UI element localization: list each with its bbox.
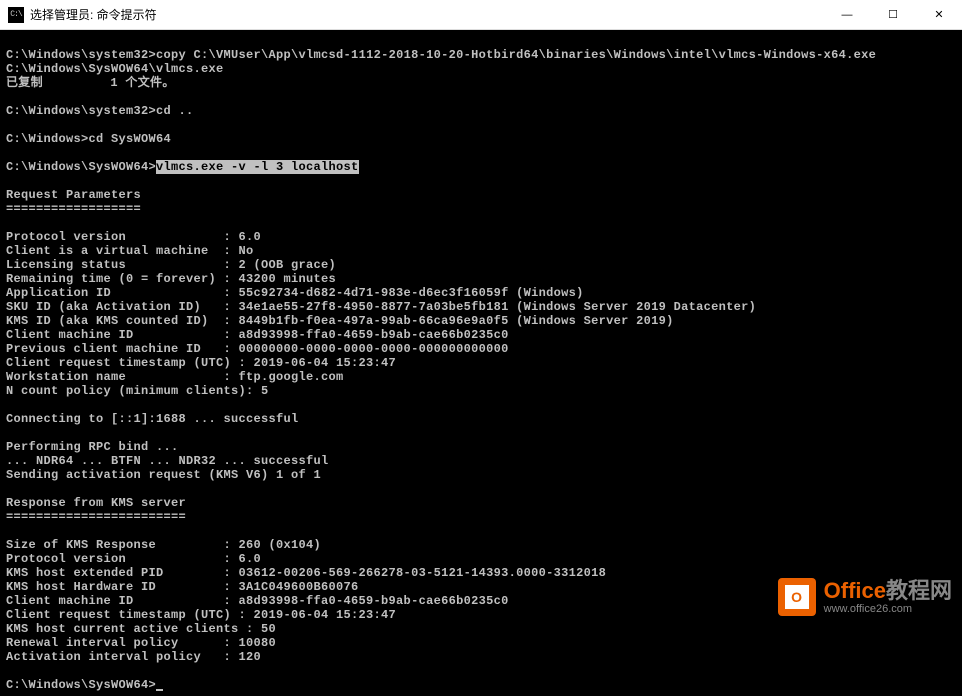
command-text: copy C:\VMUser\App\vlmcsd-1112-2018-10-2…: [156, 48, 876, 62]
output-line: Performing RPC bind ...: [6, 440, 179, 454]
watermark-title: Office教程网: [824, 579, 952, 603]
output-line: Workstation name : ftp.google.com: [6, 370, 344, 384]
output-line: 已复制 1 个文件。: [6, 76, 175, 90]
output-line: Application ID : 55c92734-d682-4d71-983e…: [6, 286, 584, 300]
close-button[interactable]: ✕: [916, 0, 962, 29]
command-text: cd ..: [156, 104, 194, 118]
prompt: C:\Windows\SysWOW64>: [6, 678, 156, 692]
minimize-button[interactable]: —: [824, 0, 870, 29]
divider: ==================: [6, 202, 141, 216]
output-line: Protocol version : 6.0: [6, 552, 261, 566]
section-header: Response from KMS server: [6, 496, 186, 510]
section-header: Request Parameters: [6, 188, 141, 202]
cursor: [156, 689, 163, 691]
output-line: Protocol version : 6.0: [6, 230, 261, 244]
command-text: cd SysWOW64: [89, 132, 172, 146]
maximize-button[interactable]: ☐: [870, 0, 916, 29]
output-line: C:\Windows\SysWOW64\vlmcs.exe: [6, 62, 224, 76]
output-line: Renewal interval policy : 10080: [6, 636, 276, 650]
output-line: Size of KMS Response : 260 (0x104): [6, 538, 321, 552]
output-line: KMS ID (aka KMS counted ID) : 8449b1fb-f…: [6, 314, 674, 328]
output-line: Previous client machine ID : 00000000-00…: [6, 342, 509, 356]
output-line: KMS host extended PID : 03612-00206-569-…: [6, 566, 606, 580]
output-line: Client machine ID : a8d93998-ffa0-4659-b…: [6, 594, 509, 608]
watermark-icon: O: [778, 578, 816, 616]
window-title: 选择管理员: 命令提示符: [30, 6, 824, 23]
divider: ========================: [6, 510, 186, 524]
watermark-url: www.office26.com: [824, 603, 952, 615]
output-line: KMS host current active clients : 50: [6, 622, 276, 636]
output-line: Client request timestamp (UTC) : 2019-06…: [6, 356, 396, 370]
watermark: O Office教程网 www.office26.com: [778, 578, 952, 616]
output-line: Connecting to [::1]:1688 ... successful: [6, 412, 299, 426]
output-line: ... NDR64 ... BTFN ... NDR32 ... success…: [6, 454, 329, 468]
title-bar: C:\ 选择管理员: 命令提示符 — ☐ ✕: [0, 0, 962, 30]
output-line: Activation interval policy : 120: [6, 650, 261, 664]
cmd-icon: C:\: [8, 7, 24, 23]
output-line: Licensing status : 2 (OOB grace): [6, 258, 336, 272]
watermark-text: Office教程网 www.office26.com: [824, 579, 952, 615]
prompt: C:\Windows>: [6, 132, 89, 146]
output-line: Client is a virtual machine : No: [6, 244, 254, 258]
window-controls: — ☐ ✕: [824, 0, 962, 29]
prompt: C:\Windows\system32>: [6, 48, 156, 62]
output-line: Client request timestamp (UTC) : 2019-06…: [6, 608, 396, 622]
prompt: C:\Windows\SysWOW64>: [6, 160, 156, 174]
output-line: N count policy (minimum clients): 5: [6, 384, 269, 398]
prompt: C:\Windows\system32>: [6, 104, 156, 118]
output-line: Sending activation request (KMS V6) 1 of…: [6, 468, 321, 482]
highlighted-command: vlmcs.exe -v -l 3 localhost: [156, 160, 359, 174]
output-line: KMS host Hardware ID : 3A1C049600B60076: [6, 580, 359, 594]
output-line: Remaining time (0 = forever) : 43200 min…: [6, 272, 336, 286]
output-line: Client machine ID : a8d93998-ffa0-4659-b…: [6, 328, 509, 342]
output-line: SKU ID (aka Activation ID) : 34e1ae55-27…: [6, 300, 756, 314]
